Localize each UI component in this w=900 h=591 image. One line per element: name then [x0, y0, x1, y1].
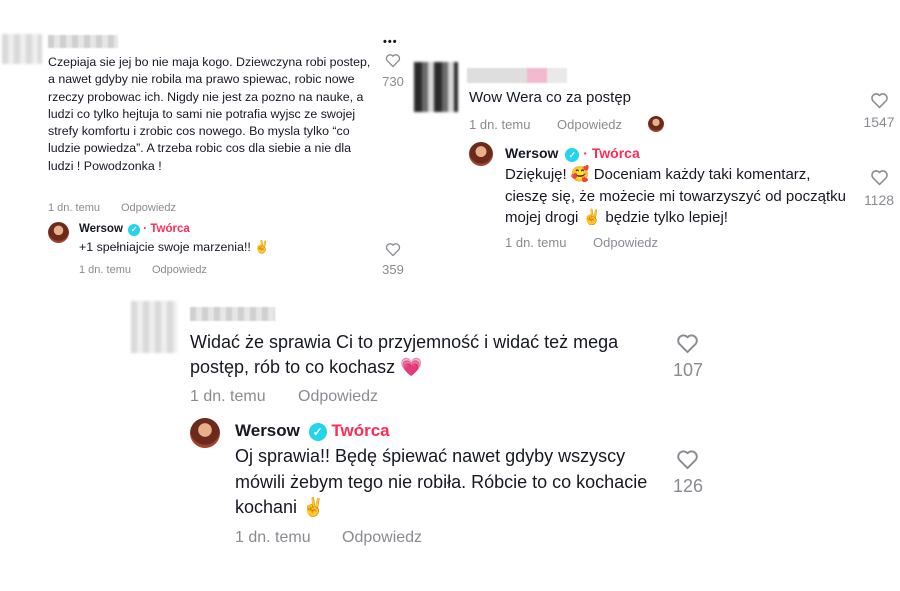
- reply-author[interactable]: Wersow: [505, 145, 558, 161]
- creator-avatar[interactable]: [469, 142, 493, 166]
- like-count: 126: [672, 476, 704, 496]
- reply-author-line: Wersow ✓ Twórca: [235, 421, 390, 441]
- liked-by-creator-avatar: [648, 116, 664, 132]
- heart-icon[interactable]: [385, 53, 401, 68]
- heart-icon[interactable]: [870, 92, 889, 109]
- creator-avatar[interactable]: [190, 418, 220, 448]
- comment-time: 1 dn. temu: [190, 388, 266, 405]
- reply-author-line: Wersow ✓ · Twórca: [505, 145, 640, 162]
- heart-icon[interactable]: [676, 449, 699, 470]
- reply-time: 1 dn. temu: [79, 264, 131, 276]
- reply-button[interactable]: Odpowiedz: [342, 529, 422, 547]
- reply-author-line: Wersow ✓ · Twórca: [79, 223, 190, 236]
- like-count: 359: [382, 262, 404, 277]
- reply-author[interactable]: Wersow: [235, 421, 300, 440]
- reply-button[interactable]: Odpowiedz: [593, 235, 658, 250]
- comment-time: 1 dn. temu: [469, 117, 531, 132]
- heart-icon[interactable]: [385, 242, 401, 257]
- blurred-username[interactable]: [190, 307, 275, 321]
- heart-icon[interactable]: [870, 169, 889, 186]
- reply-text: +1 spełniajcie swoje marzenia!! ✌️: [79, 240, 270, 254]
- like-count: 730: [382, 74, 404, 89]
- comment-text: Widać że sprawia Ci to przyjemność i wid…: [190, 332, 619, 377]
- creator-badge: · Twórca: [143, 223, 190, 235]
- blurred-avatar[interactable]: [2, 34, 42, 64]
- creator-badge: · Twórca: [583, 145, 640, 161]
- creator-avatar[interactable]: [48, 222, 69, 243]
- like-count: 1128: [863, 192, 895, 208]
- reply-time: 1 dn. temu: [235, 529, 311, 546]
- verified-icon: ✓: [308, 423, 327, 441]
- like-count: 1547: [863, 114, 895, 130]
- heart-icon[interactable]: [676, 333, 699, 354]
- blurred-username[interactable]: [467, 68, 567, 83]
- comment-text: Czepiaja sie jej bo nie maja kogo. Dziew…: [48, 55, 371, 173]
- reply-text: Dziękuję! 🥰 Doceniam każdy taki komentar…: [505, 166, 846, 226]
- blurred-username[interactable]: [48, 35, 118, 48]
- reply-time: 1 dn. temu: [505, 235, 567, 250]
- blurred-avatar[interactable]: [131, 301, 177, 353]
- reply-button[interactable]: Odpowiedz: [121, 202, 176, 214]
- comment-text: Wow Wera co za postęp: [469, 89, 632, 106]
- verified-icon: ✓: [565, 148, 580, 162]
- reply-text: Oj sprawia!! Będę śpiewać nawet gdyby ws…: [235, 446, 648, 517]
- like-count: 107: [672, 360, 704, 380]
- verified-icon: ✓: [128, 224, 141, 236]
- reply-author[interactable]: Wersow: [79, 223, 123, 235]
- creator-badge: Twórca: [331, 421, 390, 440]
- comment-time: 1 dn. temu: [48, 202, 100, 214]
- reply-button[interactable]: Odpowiedz: [557, 117, 622, 132]
- more-icon[interactable]: •••: [383, 36, 398, 48]
- blurred-avatar[interactable]: [414, 62, 458, 112]
- reply-button[interactable]: Odpowiedz: [152, 264, 207, 276]
- reply-button[interactable]: Odpowiedz: [298, 388, 378, 406]
